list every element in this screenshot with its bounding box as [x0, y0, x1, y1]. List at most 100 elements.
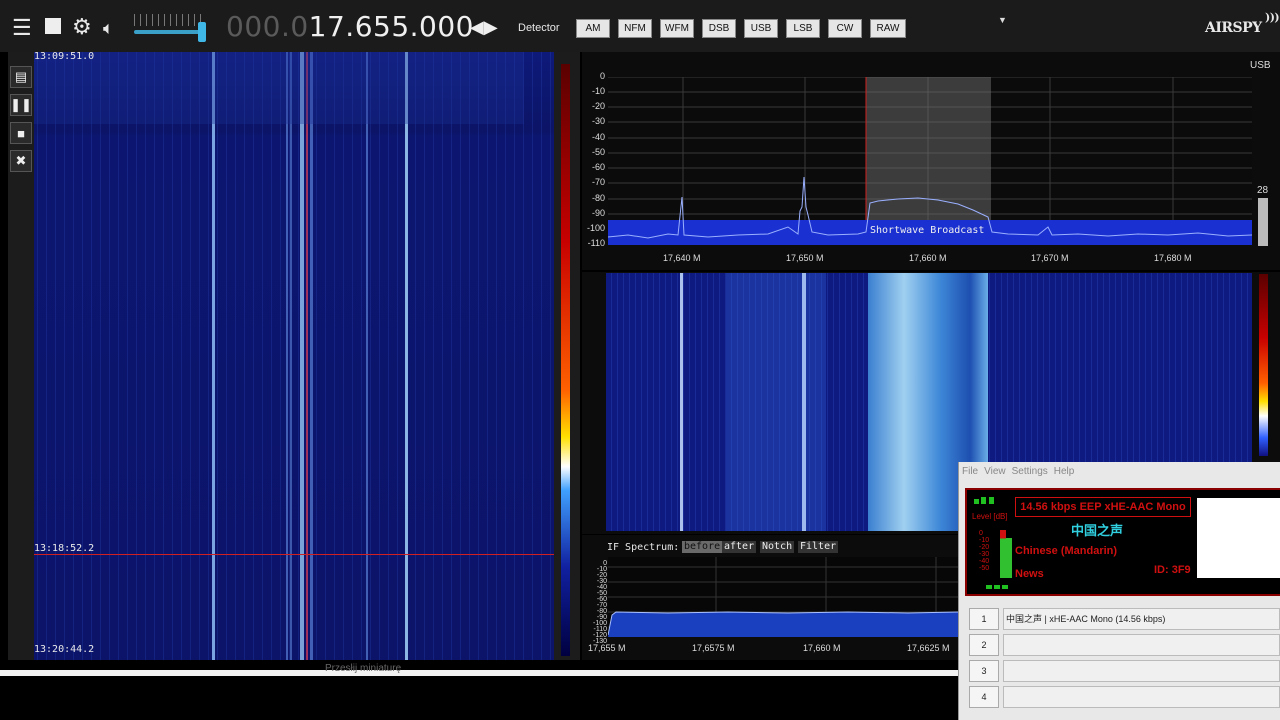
- tune-arrows[interactable]: ◀▶: [470, 17, 498, 38]
- frequency-display[interactable]: 000.017.655.000: [226, 12, 474, 42]
- y-tick: -30: [591, 116, 605, 126]
- status-led: [989, 497, 994, 504]
- if-x-tick: 17,6625 M: [907, 643, 950, 653]
- y-tick: -40: [591, 132, 605, 142]
- service-label: [1003, 634, 1280, 656]
- if-spectrum-title: IF Spectrum:: [607, 542, 680, 553]
- volume-slider[interactable]: [134, 14, 208, 42]
- y-tick: 0: [599, 71, 605, 81]
- spectrum-plot[interactable]: [607, 76, 1253, 245]
- if-before-button[interactable]: before: [682, 541, 723, 553]
- station-id: ID: 3F9: [1154, 564, 1191, 576]
- filter-passband[interactable]: [866, 77, 991, 245]
- service-label: [1003, 660, 1280, 682]
- mode-raw-button[interactable]: RAW: [870, 19, 906, 38]
- if-x-tick: 17,655 M: [588, 643, 626, 653]
- waterfall-colorbar: [561, 64, 570, 656]
- frequency-digits: 17.655.000: [308, 10, 474, 43]
- document-icon[interactable]: ▤: [10, 66, 32, 88]
- if-x-tick: 17,6575 M: [692, 643, 735, 653]
- station-language: Chinese (Mandarin): [1015, 545, 1118, 557]
- hamburger-icon[interactable]: ☰: [12, 17, 32, 39]
- level-scale-tick: -30: [979, 551, 990, 558]
- x-tick: 17,680 M: [1154, 253, 1192, 263]
- airspy-logo: AIRSPY))): [1205, 11, 1280, 36]
- slideshow-area: [1197, 498, 1280, 578]
- if-after-button[interactable]: after: [722, 541, 757, 553]
- if-notch-button[interactable]: Notch: [760, 541, 795, 553]
- mode-lsb-button[interactable]: LSB: [786, 19, 820, 38]
- y-tick: -80: [591, 193, 605, 203]
- x-tick: 17,650 M: [786, 253, 824, 263]
- level-scale-tick: -40: [979, 558, 990, 565]
- mode-dsb-button[interactable]: DSB: [702, 19, 736, 38]
- volume-track: [134, 30, 206, 34]
- mode-nfm-button[interactable]: NFM: [618, 19, 652, 38]
- x-tick: 17,640 M: [663, 253, 701, 263]
- y-tick: -100: [586, 223, 605, 233]
- level-scale-tick: -20: [979, 544, 990, 551]
- timestamp: 13:09:51.0: [34, 51, 95, 62]
- service-row[interactable]: 2: [969, 634, 1280, 656]
- level-meter: [1006, 538, 1012, 578]
- service-number[interactable]: 1: [969, 608, 999, 630]
- bitrate-indicator: 14.56 kbps EEP xHE-AAC Mono: [1015, 497, 1191, 517]
- status-led: [981, 497, 986, 504]
- menu-view[interactable]: View: [984, 466, 1006, 477]
- program-type: News: [1015, 568, 1044, 580]
- upload-thumbnail-label: Przesłij miniaturę: [325, 663, 402, 674]
- menu-file[interactable]: File: [962, 466, 978, 477]
- y-tick: -10: [591, 86, 605, 96]
- menu-help[interactable]: Help: [1054, 466, 1075, 477]
- volume-ticks: [134, 14, 206, 26]
- timestamp: 13:18:52.2: [34, 543, 95, 554]
- level-bar[interactable]: [1258, 198, 1268, 246]
- band-label: Shortwave Broadcast: [870, 225, 985, 236]
- signal-trace: [366, 52, 368, 660]
- main-waterfall[interactable]: [34, 52, 554, 660]
- y-tick: -110: [587, 238, 605, 248]
- service-row[interactable]: 1 中国之声 | xHE-AAC Mono (14.56 kbps): [969, 608, 1280, 630]
- service-number[interactable]: 4: [969, 686, 999, 708]
- frequency-leading-digits: 000.0: [226, 10, 309, 43]
- mode-am-button[interactable]: AM: [576, 19, 610, 38]
- progress-strip: [0, 670, 958, 676]
- menu-settings[interactable]: Settings: [1012, 466, 1048, 477]
- station-name: 中国之声: [1071, 523, 1124, 538]
- level-label: Level [dB]: [972, 512, 1008, 521]
- y-tick: -60: [591, 162, 605, 172]
- if-filter-button[interactable]: Filter: [798, 541, 839, 553]
- mode-indicator: USB: [1250, 60, 1271, 71]
- stop-icon[interactable]: [45, 18, 61, 34]
- noise-band: [726, 273, 826, 531]
- drm-menu-bar: File View Settings Help: [962, 466, 1074, 477]
- service-number[interactable]: 2: [969, 634, 999, 656]
- level-scale-tick: -10: [979, 537, 990, 544]
- tuning-marker: [306, 52, 308, 660]
- chevron-down-icon[interactable]: ▼: [998, 15, 1007, 25]
- if-spectrum-plot[interactable]: [607, 557, 959, 637]
- status-led: [1002, 585, 1008, 589]
- level-scale-tick: 0: [979, 530, 983, 537]
- signal-trace: [300, 52, 304, 660]
- status-led: [974, 499, 979, 504]
- mode-usb-button[interactable]: USB: [744, 19, 778, 38]
- stop-icon[interactable]: ■: [10, 122, 32, 144]
- if-x-tick: 17,660 M: [803, 643, 841, 653]
- service-number[interactable]: 3: [969, 660, 999, 682]
- mode-cw-button[interactable]: CW: [828, 19, 862, 38]
- y-tick: -50: [591, 147, 605, 157]
- gear-icon[interactable]: ⚙: [72, 16, 92, 38]
- y-tick: -90: [591, 208, 605, 218]
- speaker-icon[interactable]: 🔈︎: [103, 17, 114, 39]
- service-label: 中国之声 | xHE-AAC Mono (14.56 kbps): [1003, 608, 1280, 630]
- service-label: [1003, 686, 1280, 708]
- volume-knob[interactable]: [198, 22, 206, 42]
- service-row[interactable]: 3: [969, 660, 1280, 682]
- service-row[interactable]: 4: [969, 686, 1280, 708]
- pause-icon[interactable]: ❚❚: [10, 94, 32, 116]
- mode-wfm-button[interactable]: WFM: [660, 19, 694, 38]
- x-tick: 17,660 M: [909, 253, 947, 263]
- time-marker-line: [34, 554, 554, 555]
- tools-icon[interactable]: ✖: [10, 150, 32, 172]
